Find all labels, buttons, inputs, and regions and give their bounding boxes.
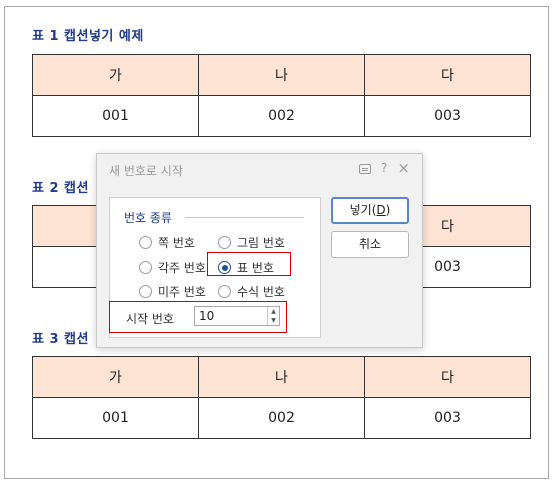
radio-endnote-number[interactable]: 미주 번호: [139, 283, 206, 300]
dialog-title-tools: ? ×: [359, 160, 410, 176]
insert-button-label: 넣기(: [349, 203, 377, 217]
table-cell[interactable]: 002: [198, 95, 365, 137]
insert-button[interactable]: 넣기(D): [331, 197, 409, 224]
table-number-highlight: [207, 252, 291, 276]
table-row: 001 002 003: [32, 95, 531, 137]
radio-button[interactable]: [218, 236, 231, 249]
start-number-highlight: [109, 301, 287, 333]
radio-label: 수식 번호: [237, 285, 285, 299]
table-cell[interactable]: 나: [198, 54, 365, 96]
radio-button[interactable]: [139, 285, 152, 298]
table-cell[interactable]: 나: [198, 356, 365, 398]
dialog-title: 새 번호로 시작: [109, 164, 183, 178]
table-cell[interactable]: 001: [32, 397, 199, 439]
table-row: 001 002 003: [32, 397, 531, 439]
table-row: 가 나 다: [32, 356, 531, 398]
table-1: 가 나 다 001 002 003: [32, 54, 531, 137]
table-cell[interactable]: 001: [32, 95, 199, 137]
radio-equation-number[interactable]: 수식 번호: [218, 283, 285, 300]
table-3-caption: 표 3 캡션: [32, 332, 89, 347]
insert-button-close: ): [385, 203, 391, 217]
close-icon[interactable]: ×: [397, 160, 410, 176]
table-row: 가 나 다: [32, 54, 531, 96]
table-cell[interactable]: 다: [364, 356, 531, 398]
group-title: 번호 종류: [124, 211, 172, 225]
radio-footnote-number[interactable]: 각주 번호: [139, 259, 206, 276]
table-cell[interactable]: 003: [364, 397, 531, 439]
group-divider: [185, 217, 304, 218]
radio-button[interactable]: [139, 261, 152, 274]
table-2-caption: 표 2 캡션: [32, 181, 89, 196]
table-cell[interactable]: 003: [364, 95, 531, 137]
table-cell[interactable]: 가: [32, 356, 199, 398]
table-3: 가 나 다 001 002 003: [32, 356, 531, 439]
table-cell[interactable]: 가: [32, 54, 199, 96]
table-cell[interactable]: 다: [364, 54, 531, 96]
comment-icon[interactable]: [359, 163, 372, 174]
radio-label: 쪽 번호: [158, 236, 195, 250]
radio-page-number[interactable]: 쪽 번호: [139, 234, 195, 251]
radio-label: 각주 번호: [158, 261, 206, 275]
cancel-button[interactable]: 취소: [331, 231, 409, 258]
radio-label: 미주 번호: [158, 285, 206, 299]
insert-hotkey: D: [376, 203, 386, 217]
radio-label: 그림 번호: [237, 236, 285, 250]
radio-figure-number[interactable]: 그림 번호: [218, 234, 285, 251]
table-1-caption: 표 1 캡션넣기 예제: [32, 29, 144, 44]
table-cell[interactable]: 002: [198, 397, 365, 439]
radio-button[interactable]: [218, 285, 231, 298]
help-icon[interactable]: ?: [381, 160, 387, 176]
radio-button[interactable]: [139, 236, 152, 249]
